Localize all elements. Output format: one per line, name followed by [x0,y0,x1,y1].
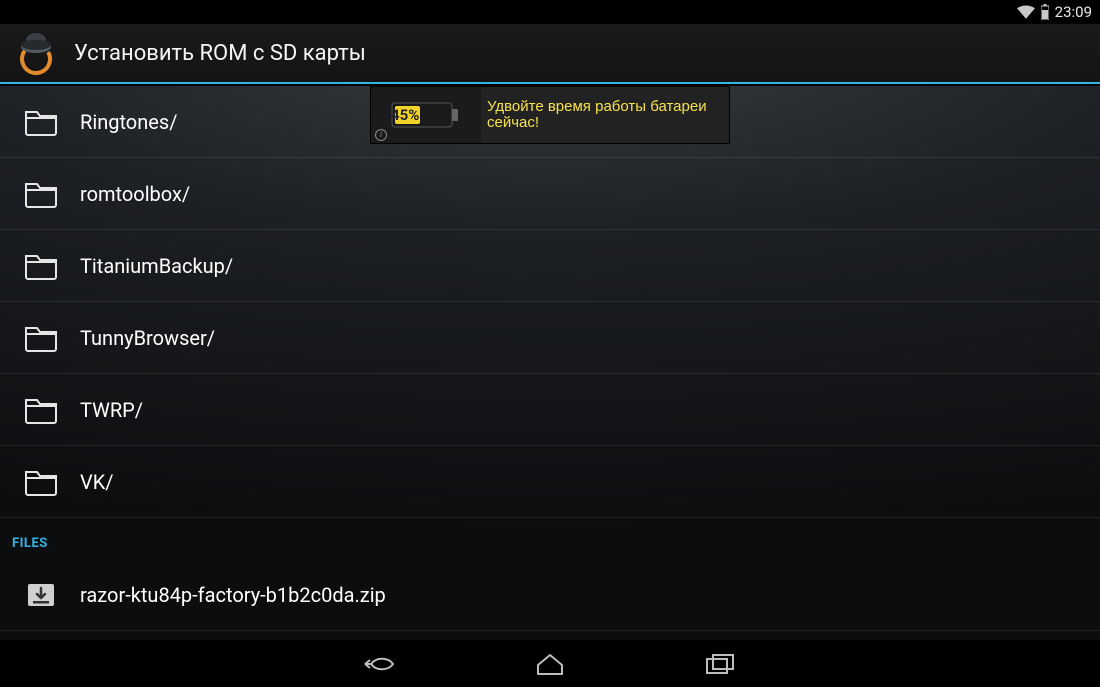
folder-name: romtoolbox/ [80,182,190,206]
list-item[interactable]: romtoolbox/ [0,158,1100,230]
back-button[interactable] [360,648,400,680]
folder-name: VK/ [80,470,114,494]
battery-icon [1041,4,1049,20]
page-title: Установить ROM с SD карты [74,41,366,66]
file-list: Ringtones/ romtoolbox/ TitaniumBackup/ T… [0,86,1100,640]
folder-icon [24,107,58,137]
list-item[interactable]: TunnyBrowser/ [0,302,1100,374]
folder-name: TunnyBrowser/ [80,326,215,350]
wifi-icon [1017,5,1035,19]
zip-file-icon [24,580,58,610]
list-item[interactable]: razor-ktu84p-factory-b1b2c0da.zip [0,559,1100,631]
android-navbar [0,640,1100,687]
app-icon[interactable] [14,31,58,75]
status-time: 23:09 [1055,3,1092,21]
ad-battery-graphic: 45% [371,87,481,143]
ad-percent: 45% [391,106,419,124]
list-item[interactable]: TitaniumBackup/ [0,230,1100,302]
ad-banner[interactable]: 45% Удвойте время работы батареи сейчас!… [370,86,730,144]
home-button[interactable] [530,648,570,680]
app-bar: Установить ROM с SD карты [0,24,1100,84]
status-bar: 23:09 [0,0,1100,24]
folder-icon [24,323,58,353]
folder-name: TitaniumBackup/ [80,254,233,278]
folder-name: Ringtones/ [80,110,177,134]
folder-icon [24,395,58,425]
file-name: razor-ktu84p-factory-b1b2c0da.zip [80,583,386,607]
files-section-header: FILES [0,518,1100,559]
list-item[interactable]: VK/ [0,446,1100,518]
folder-icon [24,179,58,209]
ad-info-icon: i [375,129,387,141]
folder-icon [24,467,58,497]
recents-button[interactable] [700,648,740,680]
list-item[interactable]: TWRP/ [0,374,1100,446]
folder-icon [24,251,58,281]
ad-text: Удвойте время работы батареи сейчас! [481,99,729,132]
folder-name: TWRP/ [80,398,143,422]
